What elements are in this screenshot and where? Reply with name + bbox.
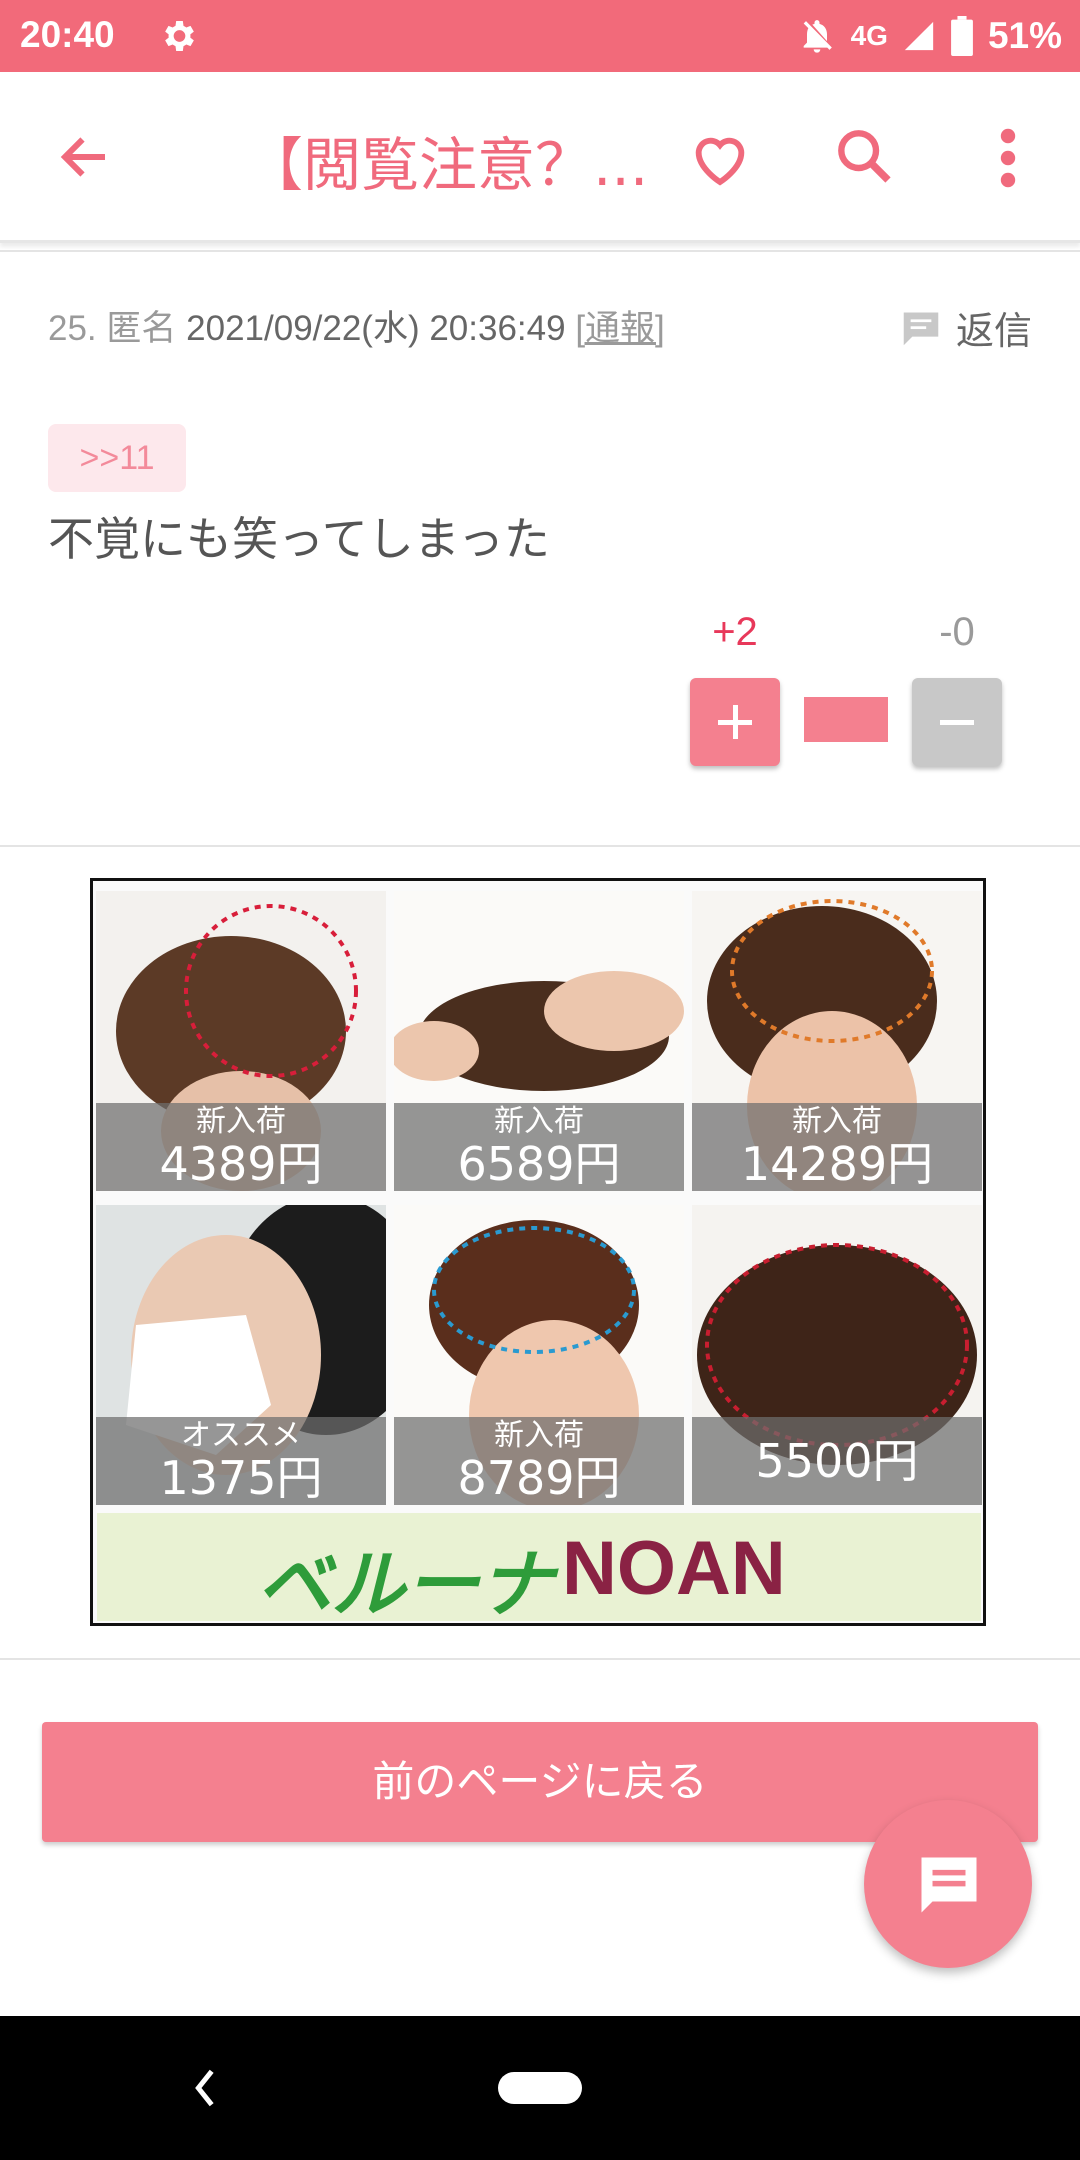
ad-tile-price: 5500円 [755,1434,919,1488]
ad-tile-price: 1375円 [159,1451,323,1505]
post-timestamp: 2021/09/22(水) 20:36:49 [186,309,566,348]
reply-button[interactable]: 返信 [900,300,1032,355]
ad-tile-label: 新入荷 8789円 [394,1417,684,1505]
vote-ratio-fill [804,697,888,742]
ad-tile-label: 新入荷 6589円 [394,1103,684,1191]
ad-tile-tag: オススメ [181,1418,301,1453]
ad-tile-label: 5500円 [692,1417,982,1505]
more-vert-icon[interactable] [993,126,1023,190]
status-time: 20:40 [20,14,115,55]
ad-tile-tag: 新入荷 [792,1104,882,1139]
ad-tile-price: 4389円 [159,1137,323,1191]
nav-bar [0,2016,1080,2160]
ad-tile-price: 14289円 [740,1137,934,1191]
ad-tile-price: 8789円 [457,1451,621,1505]
app-bar: 【閲覧注意？... [0,72,1080,243]
back-arrow-icon[interactable] [50,127,120,187]
ad-tile[interactable]: 5500円 [692,1205,982,1505]
ad-tile[interactable]: オススメ 1375円 [96,1205,386,1505]
ad-tile-label: 新入荷 4389円 [96,1103,386,1191]
post-number: 25. [48,309,97,348]
advertisement[interactable]: 新入荷 4389円 新入荷 6589円 新入荷 14289円 オススメ 1375円 新入… [90,878,986,1628]
report-link[interactable]: [通報] [575,309,664,348]
ad-tile-label: オススメ 1375円 [96,1417,386,1505]
divider [0,1658,1080,1660]
status-bar: 20:40 4G 51% [0,0,1080,72]
ad-tile-price: 6589円 [457,1137,621,1191]
nav-back-icon[interactable] [190,2068,220,2108]
ad-banner[interactable]: ベルーナ NOAN [97,1513,981,1628]
minus-count: -0 [939,610,975,654]
reply-label: 返信 [955,309,1032,353]
ad-tile[interactable]: 新入荷 4389円 [96,891,386,1191]
heart-icon[interactable] [688,128,752,188]
reply-anchor[interactable]: >>11 [48,424,186,492]
comment-icon [921,1857,977,1913]
bell-off-icon [803,20,832,53]
ad-tile[interactable]: 新入荷 8789円 [394,1205,684,1505]
plus-count: +2 [712,610,758,654]
banner-brand-noan: NOAN [562,1526,786,1611]
ad-tile[interactable]: 新入荷 6589円 [394,891,684,1191]
battery-icon [951,16,973,56]
network-type: 4G [850,20,888,51]
post-meta: 25. 匿名 2021/09/22(水) 20:36:49 [通報] [48,300,665,351]
ad-tile[interactable]: 新入荷 14289円 [692,891,982,1191]
ad-tile-tag: 新入荷 [494,1418,584,1453]
minus-button[interactable] [912,678,1002,766]
search-icon[interactable] [832,124,896,188]
divider [0,845,1080,847]
page-title: 【閲覧注意？... [245,131,649,199]
signal-icon [904,21,934,51]
gear-icon [165,21,194,51]
comment-icon [903,311,939,345]
plus-button[interactable] [690,678,780,766]
comment-fab[interactable] [864,1800,1032,1968]
vote-ratio-bar [804,697,888,742]
battery-percent: 51% [987,15,1062,56]
post-body: 不覚にも笑ってしまった [48,512,550,566]
divider [0,250,1080,252]
post-author: 匿名 [106,309,177,348]
ad-tile-tag: 新入荷 [494,1104,584,1139]
banner-brand-bellemaison: ベルーナ [257,1542,553,1628]
nav-home-pill[interactable] [498,2072,582,2104]
ad-tile-label: 新入荷 14289円 [692,1103,982,1191]
ad-tile-tag: 新入荷 [196,1104,286,1139]
